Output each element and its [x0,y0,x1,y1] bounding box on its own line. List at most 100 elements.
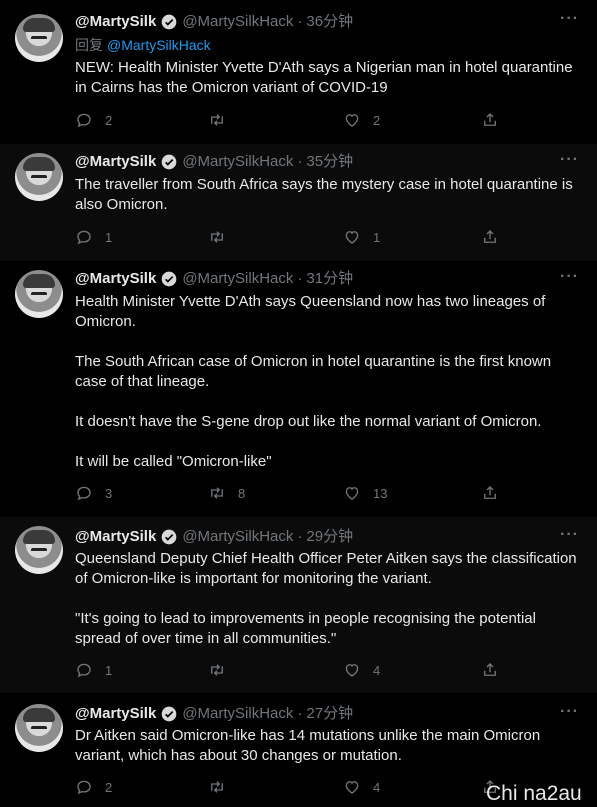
like-count: 1 [373,229,381,245]
reply-context: 回复 @MartySilkHack [75,37,211,53]
tweet-paragraph: Health Minister Yvette D'Ath says Queens… [75,293,546,330]
retweet-button[interactable] [208,778,238,796]
timestamp[interactable]: 36分钟 [306,13,353,31]
more-icon[interactable]: ··· [560,10,579,28]
heart-icon [345,781,359,794]
tweet-paragraph: It doesn't have the S-gene drop out like… [75,413,542,430]
tweet-text: Dr Aitken said Omicron-like has 14 mutat… [75,726,585,766]
reply-icon [77,230,91,245]
retweet-icon [211,781,223,793]
author-name[interactable]: @MartySilk [75,13,156,31]
reply-icon [77,486,91,501]
more-icon[interactable]: ··· [560,703,579,721]
avatar[interactable] [15,14,63,62]
retweet-icon [211,487,223,499]
like-count: 4 [373,779,381,795]
action-bar: 2 2 [75,111,505,131]
tweet-paragraph: Queensland Deputy Chief Health Officer P… [75,550,577,587]
author-handle[interactable]: @MartySilkHack [182,528,293,546]
action-bar: 2 4 [75,778,505,798]
reply-count: 2 [105,779,113,795]
reply-button[interactable]: 3 [75,484,112,502]
share-button[interactable] [481,228,499,246]
avatar[interactable] [15,704,63,752]
author-name[interactable]: @MartySilk [75,528,156,546]
share-button[interactable] [481,484,499,502]
tweet-paragraph: The traveller from South Africa says the… [75,176,573,213]
author-handle[interactable]: @MartySilkHack [182,270,293,288]
retweet-icon [211,664,223,676]
author-name[interactable]: @MartySilk [75,270,156,288]
verified-badge-icon [161,706,177,722]
tweet-paragraph: NEW: Health Minister Yvette D'Ath says a… [75,59,573,96]
tweet[interactable]: @MartySilk @MartySilkHack · 31分钟 ··· Hea… [0,261,597,517]
timestamp[interactable]: 29分钟 [306,528,353,546]
like-count: 2 [373,112,381,128]
heart-icon [345,231,359,244]
like-button[interactable]: 1 [343,228,380,246]
reply-count: 1 [105,229,113,245]
timestamp[interactable]: 27分钟 [306,705,353,723]
tweet-text: Health Minister Yvette D'Ath says Queens… [75,292,585,472]
verified-badge-icon [161,154,177,170]
timestamp[interactable]: 31分钟 [306,270,353,288]
avatar[interactable] [15,270,63,318]
share-icon [484,230,496,243]
tweet[interactable]: @MartySilk @MartySilkHack · 35分钟 ··· The… [0,144,597,261]
reply-icon [77,663,91,678]
author-handle[interactable]: @MartySilkHack [182,705,293,723]
heart-icon [345,487,359,500]
reply-count: 1 [105,662,113,678]
reply-button[interactable]: 1 [75,661,112,679]
reply-count: 3 [105,485,113,501]
reply-count: 2 [105,112,113,128]
retweet-icon [211,114,223,126]
like-button[interactable]: 13 [343,484,387,502]
share-button[interactable] [481,111,499,129]
reply-button[interactable]: 1 [75,228,112,246]
retweet-button[interactable]: 8 [208,484,245,502]
share-icon [484,113,496,126]
tweet[interactable]: @MartySilk @MartySilkHack · 36分钟 ··· 回复 @… [0,0,597,144]
action-bar: 3 8 13 [75,484,505,504]
like-button[interactable]: 2 [343,111,380,129]
like-button[interactable]: 4 [343,778,380,796]
author-handle[interactable]: @MartySilkHack [182,13,293,31]
retweet-button[interactable] [208,111,238,129]
share-button[interactable] [481,661,499,679]
tweet[interactable]: @MartySilk @MartySilkHack · 29分钟 ··· Que… [0,517,597,693]
author-name[interactable]: @MartySilk [75,153,156,171]
author-handle[interactable]: @MartySilkHack [182,153,293,171]
reply-handle-link[interactable]: @MartySilkHack [107,37,211,53]
like-count: 13 [373,485,388,501]
tweet-paragraph: The South African case of Omicron in hot… [75,353,552,390]
reply-icon [77,113,91,128]
verified-badge-icon [161,529,177,545]
author-name[interactable]: @MartySilk [75,705,156,723]
tweet-text: The traveller from South Africa says the… [75,175,585,215]
retweet-button[interactable] [208,661,238,679]
like-button[interactable]: 4 [343,661,380,679]
verified-badge-icon [161,271,177,287]
like-count: 4 [373,662,381,678]
avatar[interactable] [15,526,63,574]
share-icon [484,663,496,676]
reply-button[interactable]: 2 [75,778,112,796]
heart-icon [345,114,359,127]
tweet-text: Queensland Deputy Chief Health Officer P… [75,549,585,649]
more-icon[interactable]: ··· [560,526,579,544]
retweet-button[interactable] [208,228,238,246]
action-bar: 1 1 [75,228,505,248]
tweet-paragraph: It will be called "Omicron-like" [75,453,272,470]
retweet-icon [211,231,223,243]
retweet-count: 8 [238,485,246,501]
watermark: Chi na2au [486,782,582,805]
action-bar: 1 4 [75,661,505,681]
verified-badge-icon [161,14,177,30]
more-icon[interactable]: ··· [560,268,579,286]
timestamp[interactable]: 35分钟 [306,153,353,171]
avatar[interactable] [15,153,63,201]
more-icon[interactable]: ··· [560,151,579,169]
tweet-paragraph: Dr Aitken said Omicron-like has 14 mutat… [75,727,541,764]
reply-button[interactable]: 2 [75,111,112,129]
